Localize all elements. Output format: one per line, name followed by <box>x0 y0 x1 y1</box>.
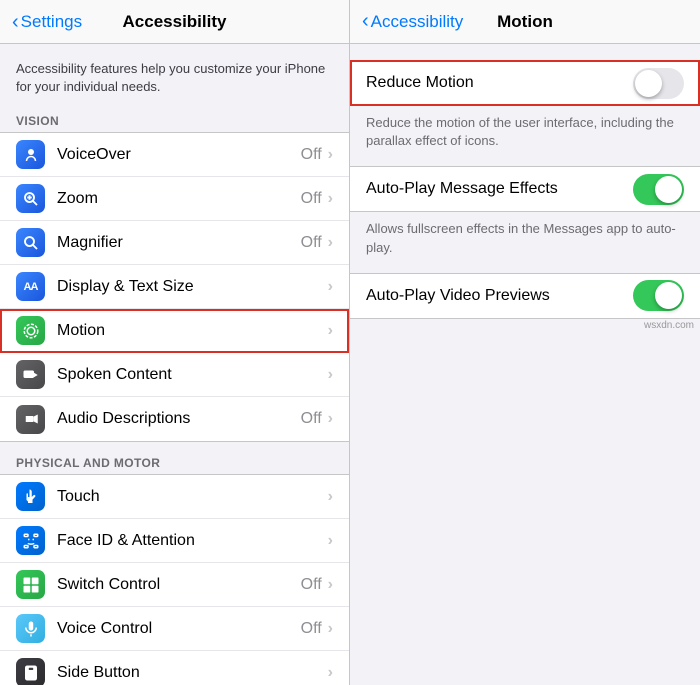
voice-value: Off <box>301 620 322 638</box>
display-chevron-icon: › <box>328 278 333 296</box>
zoom-icon <box>16 184 45 213</box>
zoom-value: Off <box>301 190 322 208</box>
settings-row-faceid[interactable]: Face ID & Attention › <box>0 519 349 563</box>
voiceover-chevron-icon: › <box>328 146 333 164</box>
voiceover-value: Off <box>301 146 322 164</box>
motion-icon <box>16 316 45 345</box>
toggle-thumb <box>635 70 662 97</box>
settings-row-voiceover[interactable]: VoiceOver Off › <box>0 133 349 177</box>
autoplay-messages-description: Allows fullscreen effects in the Message… <box>350 212 700 272</box>
faceid-label: Face ID & Attention <box>57 532 328 550</box>
settings-row-zoom[interactable]: Zoom Off › <box>0 177 349 221</box>
voiceover-label: VoiceOver <box>57 146 301 164</box>
info-text: Accessibility features help you customiz… <box>16 61 325 94</box>
reduce-motion-toggle[interactable] <box>633 68 684 99</box>
magnifier-value: Off <box>301 234 322 252</box>
autoplay-video-thumb <box>655 282 682 309</box>
watermark: wsxdn.com <box>644 320 694 331</box>
side-icon <box>16 658 45 685</box>
left-back-button[interactable]: ‹ Settings <box>12 12 82 32</box>
left-nav-bar: ‹ Settings Accessibility <box>0 0 349 44</box>
autoplay-video-toggle[interactable] <box>633 280 684 311</box>
faceid-icon <box>16 526 45 555</box>
reduce-motion-description: Reduce the motion of the user interface,… <box>350 106 700 166</box>
right-content: Reduce Motion Reduce the motion of the u… <box>350 44 700 335</box>
audio-value: Off <box>301 410 322 428</box>
autoplay-messages-label: Auto-Play Message Effects <box>366 180 633 198</box>
back-chevron-icon: ‹ <box>12 12 19 32</box>
right-back-chevron-icon: ‹ <box>362 10 369 33</box>
magnifier-chevron-icon: › <box>328 234 333 252</box>
autoplay-video-row: Auto-Play Video Previews <box>350 274 700 318</box>
voice-icon <box>16 614 45 643</box>
zoom-label: Zoom <box>57 190 301 208</box>
right-nav-title: Motion <box>497 12 553 32</box>
switch-label: Switch Control <box>57 576 301 594</box>
magnifier-label: Magnifier <box>57 234 301 252</box>
info-box: Accessibility features help you customiz… <box>0 44 349 108</box>
settings-row-switch[interactable]: Switch Control Off › <box>0 563 349 607</box>
switch-icon <box>16 570 45 599</box>
side-label: Side Button <box>57 664 328 682</box>
voiceover-icon <box>16 140 45 169</box>
left-back-label: Settings <box>21 12 82 32</box>
touch-icon <box>16 482 45 511</box>
zoom-chevron-icon: › <box>328 190 333 208</box>
settings-row-audio[interactable]: Audio Descriptions Off › <box>0 397 349 441</box>
touch-label: Touch <box>57 488 328 506</box>
autoplay-messages-group: Auto-Play Message Effects <box>350 166 700 212</box>
physical-section-header: PHYSICAL AND MOTOR <box>0 450 349 474</box>
audio-label: Audio Descriptions <box>57 410 301 428</box>
right-back-button[interactable]: ‹ Accessibility <box>362 10 463 33</box>
switch-chevron-icon: › <box>328 576 333 594</box>
right-back-label: Accessibility <box>371 12 464 32</box>
audio-chevron-icon: › <box>328 410 333 428</box>
side-chevron-icon: › <box>328 664 333 682</box>
autoplay-messages-thumb <box>655 176 682 203</box>
voice-label: Voice Control <box>57 620 301 638</box>
motion-chevron-icon: › <box>328 322 333 340</box>
reduce-motion-row: Reduce Motion <box>350 61 700 105</box>
faceid-chevron-icon: › <box>328 532 333 550</box>
settings-row-touch[interactable]: Touch › <box>0 475 349 519</box>
spoken-chevron-icon: › <box>328 366 333 384</box>
motion-label: Motion <box>57 322 328 340</box>
left-panel: ‹ Settings Accessibility Accessibility f… <box>0 0 350 685</box>
left-nav-title: Accessibility <box>123 12 227 32</box>
reduce-motion-group: Reduce Motion <box>350 60 700 106</box>
settings-row-display[interactable]: AA Display & Text Size › <box>0 265 349 309</box>
display-label: Display & Text Size <box>57 278 328 296</box>
magnifier-icon <box>16 228 45 257</box>
spoken-label: Spoken Content <box>57 366 328 384</box>
reduce-motion-label: Reduce Motion <box>366 74 633 92</box>
settings-row-side[interactable]: Side Button › <box>0 651 349 685</box>
autoplay-messages-toggle[interactable] <box>633 174 684 205</box>
autoplay-messages-row: Auto-Play Message Effects <box>350 167 700 211</box>
physical-group: Touch › Face ID & Attention › Switch Con… <box>0 474 349 685</box>
right-panel: ‹ Accessibility Motion Reduce Motion Red… <box>350 0 700 685</box>
display-icon: AA <box>16 272 45 301</box>
vision-group: VoiceOver Off › Zoom Off › Magnifier Off… <box>0 132 349 442</box>
touch-chevron-icon: › <box>328 488 333 506</box>
vision-section-header: VISION <box>0 108 349 132</box>
switch-value: Off <box>301 576 322 594</box>
settings-row-spoken[interactable]: Spoken Content › <box>0 353 349 397</box>
autoplay-video-group: Auto-Play Video Previews <box>350 273 700 319</box>
settings-row-motion[interactable]: Motion › <box>0 309 349 353</box>
spoken-icon <box>16 360 45 389</box>
right-nav-bar: ‹ Accessibility Motion <box>350 0 700 44</box>
audio-icon <box>16 405 45 434</box>
settings-row-voice[interactable]: Voice Control Off › <box>0 607 349 651</box>
voice-chevron-icon: › <box>328 620 333 638</box>
autoplay-video-label: Auto-Play Video Previews <box>366 287 633 305</box>
settings-row-magnifier[interactable]: Magnifier Off › <box>0 221 349 265</box>
